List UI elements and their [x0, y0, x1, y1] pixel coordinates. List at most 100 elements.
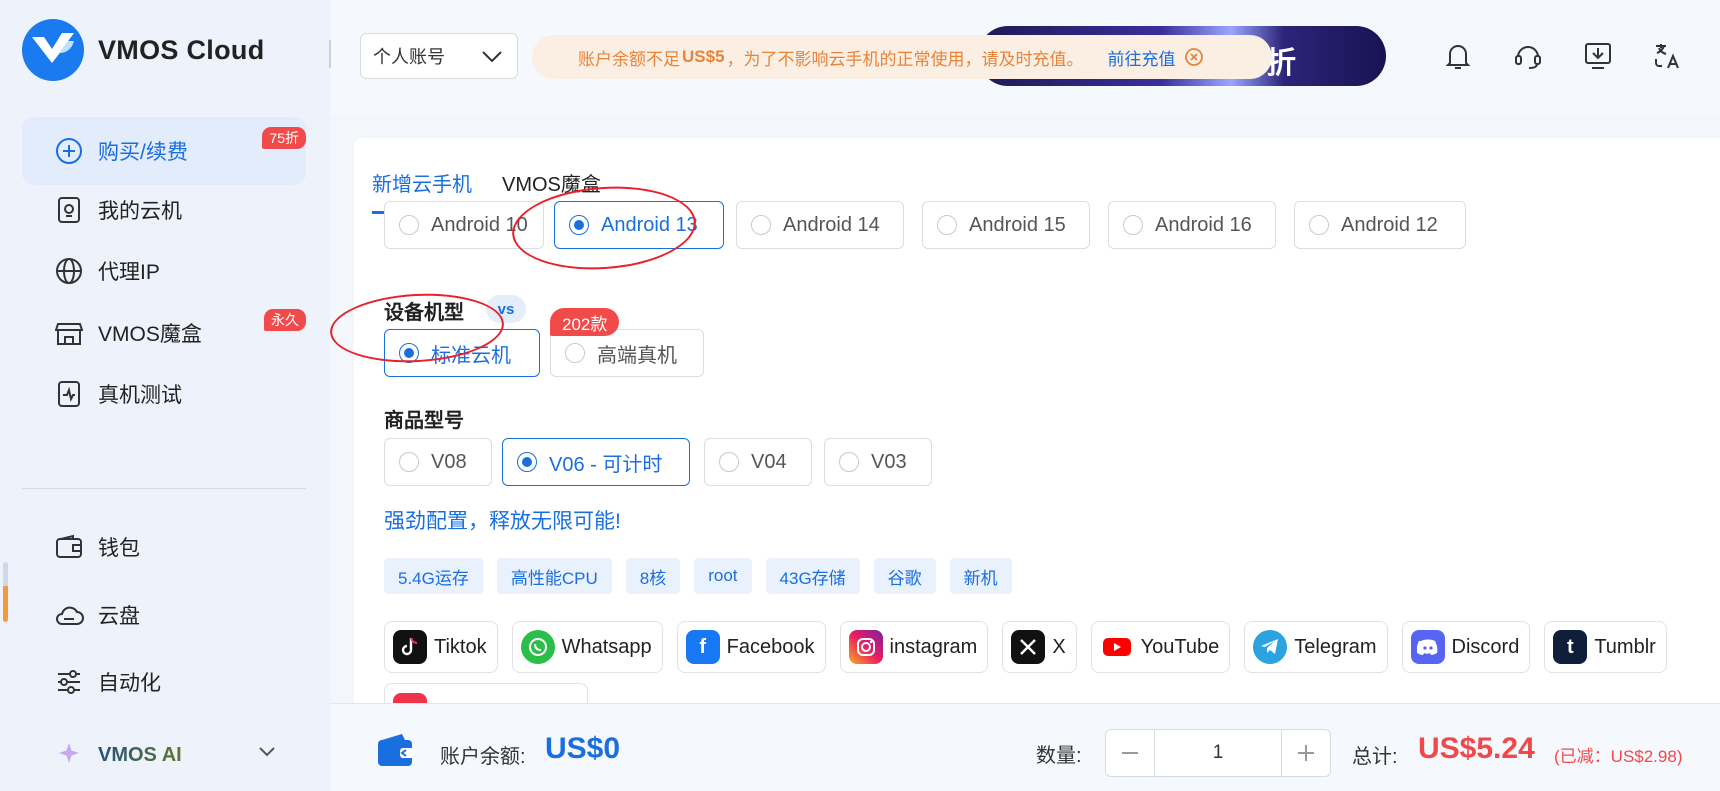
- recharge-link[interactable]: 前往充值: [1108, 45, 1176, 70]
- total-label: 总计:: [1352, 746, 1398, 768]
- device-model-option[interactable]: 标准云机: [384, 329, 540, 377]
- option-label: Android 10: [431, 213, 528, 236]
- sidebar-item-label: VMOS AI: [98, 743, 182, 766]
- discount-amount: (已减：US$2.98): [1554, 747, 1683, 766]
- sidebar-item-buy-renew[interactable]: 购买/续费 75折: [22, 117, 306, 185]
- sidebar-item-label: 购买/续费: [98, 141, 188, 164]
- tumblr-icon: t: [1553, 630, 1588, 664]
- app-label: Whatsapp: [561, 635, 652, 658]
- app-chip-whatsapp[interactable]: Whatsapp: [511, 621, 663, 673]
- plus-circle-icon: [54, 136, 84, 166]
- sidebar-scrollbar[interactable]: [3, 562, 8, 622]
- notice-amount: US$5: [682, 47, 725, 66]
- sidebar-item-label: 代理IP: [98, 261, 160, 284]
- android-version-option[interactable]: Android 14: [736, 201, 904, 249]
- discord-icon: [1410, 630, 1445, 664]
- sidebar-item-label: VMOS魔盒: [98, 323, 202, 346]
- balance-value: US$0: [545, 732, 621, 765]
- store-icon: [54, 318, 84, 348]
- account-type-select[interactable]: 个人账号: [360, 33, 518, 79]
- sidebar-item-my-cloud-phone[interactable]: 我的云机: [22, 176, 306, 244]
- product-model-option[interactable]: V06 - 可计时: [502, 438, 690, 486]
- android-version-option[interactable]: Android 15: [922, 201, 1090, 249]
- quantity-input[interactable]: 1: [1154, 730, 1282, 776]
- tiktok-icon: [393, 630, 427, 664]
- app-chip-telegram[interactable]: Telegram: [1244, 621, 1388, 673]
- top-icons: [1440, 38, 1720, 74]
- option-label: Android 16: [1155, 213, 1252, 236]
- option-label: Android 12: [1341, 213, 1438, 236]
- android-version-option[interactable]: Android 16: [1108, 201, 1276, 249]
- app-label: Facebook: [726, 635, 815, 658]
- headset-icon[interactable]: [1510, 38, 1546, 74]
- android-version-option[interactable]: Android 10: [384, 201, 544, 249]
- radio-icon: [399, 452, 419, 472]
- low-balance-notice: 账户余额不足 US$5 ，为了不影响云手机的正常使用，请及时充值。 前往充值: [532, 35, 1272, 79]
- decrement-button[interactable]: [1106, 730, 1154, 776]
- app-name: VMOS Cloud: [98, 34, 265, 65]
- spec-tag: root: [694, 558, 752, 594]
- logo[interactable]: VMOS Cloud: [22, 19, 265, 81]
- app-chip-facebook[interactable]: f Facebook: [676, 621, 826, 673]
- config-slogan: 强劲配置，释放无限可能!: [384, 510, 621, 533]
- option-label: Android 15: [969, 213, 1066, 236]
- translate-icon[interactable]: [1650, 38, 1686, 74]
- top-bar: 个人账号 5折 账户余额不足 US$5 ，为了不影响云手机的正常使用，请及时充值…: [329, 0, 1720, 115]
- balance-label: 账户余额:: [440, 746, 526, 768]
- sidebar-item-proxy-ip[interactable]: 代理IP: [22, 237, 306, 305]
- app-label: Tumblr: [1594, 635, 1656, 658]
- android-version-option[interactable]: Android 13: [554, 201, 724, 249]
- sidebar-item-label: 我的云机: [98, 200, 182, 223]
- app-chip-x[interactable]: X: [1002, 621, 1077, 673]
- product-model-option[interactable]: V04: [704, 438, 812, 486]
- sliders-icon: [54, 667, 84, 697]
- sidebar-item-vmos-box[interactable]: VMOS魔盒 永久: [22, 299, 306, 367]
- model-count-badge: 202款: [550, 308, 620, 336]
- app-label: YouTube: [1140, 635, 1220, 658]
- chevron-down-icon: [258, 745, 276, 763]
- app-label: Discord: [1451, 635, 1520, 658]
- option-label: Android 14: [783, 213, 880, 236]
- globe-icon: [54, 256, 84, 286]
- spec-tag: 5.4G运存: [384, 558, 483, 594]
- radio-icon: [839, 452, 859, 472]
- checkout-bar: 账户余额: US$0 数量: 1 总计: US$5.24 (已减：US$2.98…: [330, 703, 1720, 791]
- whatsapp-icon: [520, 630, 555, 664]
- device-model-option[interactable]: 高端真机: [550, 329, 704, 377]
- product-model-title: 商品型号: [384, 410, 464, 432]
- cloud-phone-icon: [54, 195, 84, 225]
- sidebar-item-label: 自动化: [98, 672, 161, 695]
- option-label: V03: [871, 450, 907, 473]
- app-chip-tumblr[interactable]: t Tumblr: [1544, 621, 1667, 673]
- compare-vs-button[interactable]: vs: [486, 295, 526, 323]
- app-chip-discord[interactable]: Discord: [1401, 621, 1531, 673]
- sidebar-item-wallet[interactable]: 钱包: [22, 513, 306, 581]
- permanent-badge: 永久: [264, 309, 306, 331]
- supported-apps: Tiktok Whatsapp f Facebook instagram X Y…: [384, 621, 1681, 673]
- product-model-option[interactable]: V03: [824, 438, 932, 486]
- sidebar-item-vmos-ai[interactable]: VMOS AI: [22, 725, 306, 785]
- option-label: V08: [431, 450, 467, 473]
- radio-icon: [1123, 215, 1143, 235]
- app-label: X: [1052, 635, 1066, 658]
- instagram-icon: [848, 630, 883, 664]
- sidebar-item-label: 云盘: [98, 605, 140, 628]
- option-label: 高端真机: [597, 344, 677, 367]
- download-icon[interactable]: [1580, 38, 1616, 74]
- android-version-option[interactable]: Android 12: [1294, 201, 1466, 249]
- close-circle-icon[interactable]: [1184, 47, 1204, 67]
- collapse-handle[interactable]: [329, 40, 331, 68]
- sidebar-item-cloud-disk[interactable]: 云盘: [22, 581, 306, 649]
- pulse-icon: [54, 379, 84, 409]
- app-chip-tiktok[interactable]: Tiktok: [384, 621, 498, 673]
- app-chip-instagram[interactable]: instagram: [839, 621, 989, 673]
- sidebar-item-automation[interactable]: 自动化: [22, 648, 306, 716]
- increment-button[interactable]: [1282, 730, 1330, 776]
- app-chip-youtube[interactable]: YouTube: [1090, 621, 1231, 673]
- app-label: Tiktok: [434, 635, 487, 658]
- product-model-option[interactable]: V08: [384, 438, 492, 486]
- sidebar: VMOS Cloud 购买/续费 75折 我的云机 代理IP VMOS魔盒 永久…: [0, 0, 330, 791]
- sidebar-item-real-device-test[interactable]: 真机测试: [22, 360, 306, 428]
- bell-icon[interactable]: [1440, 38, 1476, 74]
- wallet-icon: [54, 532, 84, 562]
